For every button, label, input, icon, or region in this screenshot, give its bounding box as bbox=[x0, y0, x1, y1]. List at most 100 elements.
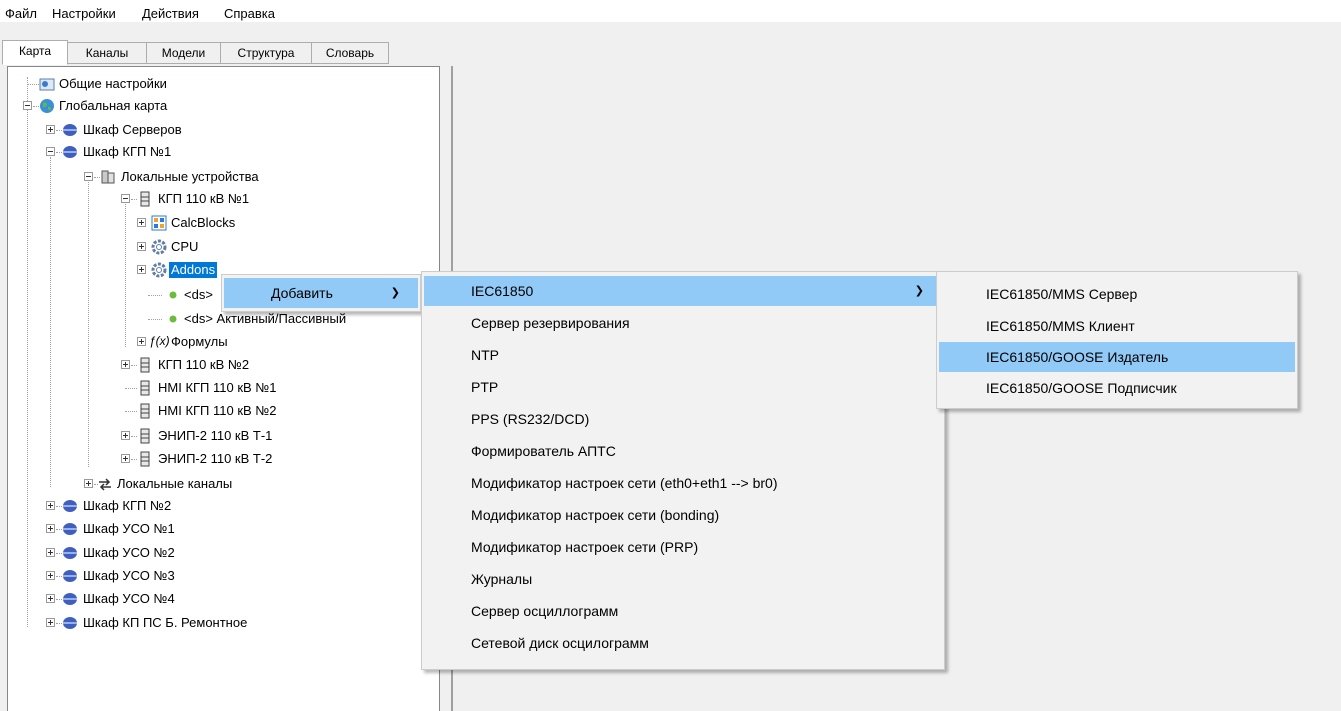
submenu-item-reserve-server[interactable]: Сервер резервирования bbox=[424, 308, 942, 338]
tree-label: HMI КГП 110 кВ №1 bbox=[158, 380, 277, 395]
submenu-item-osc-server[interactable]: Сервер осциллограмм bbox=[424, 596, 942, 626]
device-icon bbox=[140, 191, 150, 207]
tab-models[interactable]: Модели bbox=[146, 42, 221, 64]
menu-item-label: Формирователь АПТС bbox=[471, 443, 616, 459]
tree-panel[interactable]: Общие настройки Глобальная карта Шкаф Се… bbox=[7, 66, 440, 711]
tab-dictionary[interactable]: Словарь bbox=[311, 42, 389, 64]
menu-item-label: Модификатор настроек сети (bonding) bbox=[471, 507, 720, 523]
tree-label: Шкаф Серверов bbox=[83, 122, 182, 137]
expand-icon[interactable] bbox=[46, 501, 55, 510]
tree-label: Шкаф УСО №2 bbox=[83, 545, 175, 560]
menu-item-label: Сервер осциллограмм bbox=[471, 603, 619, 619]
tab-map[interactable]: Карта bbox=[2, 40, 68, 65]
submenu-item-iec61850[interactable]: IEC61850 ❯ bbox=[424, 276, 942, 306]
expand-icon[interactable] bbox=[121, 431, 130, 440]
tree-guide bbox=[125, 388, 137, 389]
tab-channels[interactable]: Каналы bbox=[67, 42, 147, 64]
submenu-item-ntp[interactable]: NTP bbox=[424, 340, 942, 370]
submenu-item-mms-server[interactable]: IEC61850/MMS Сервер bbox=[939, 279, 1295, 309]
tab-structure[interactable]: Структура bbox=[220, 42, 312, 64]
expand-icon[interactable] bbox=[46, 571, 55, 580]
menu-actions[interactable]: Действия bbox=[142, 6, 199, 21]
submenu-item-ptp[interactable]: PTP bbox=[424, 372, 942, 402]
menu-item-label: Сервер резервирования bbox=[471, 315, 630, 331]
tree-guide bbox=[50, 157, 51, 487]
tree-guide bbox=[125, 197, 126, 347]
menu-item-label: Модификатор настроек сети (eth0+eth1 -->… bbox=[471, 475, 778, 491]
collapse-icon[interactable] bbox=[84, 172, 93, 181]
submenu-item-osc-disk[interactable]: Сетевой диск осцилограмм bbox=[424, 628, 942, 658]
menu-item-add[interactable]: Добавить ❯ bbox=[224, 278, 418, 308]
expand-icon[interactable] bbox=[121, 360, 130, 369]
menu-settings[interactable]: Настройки bbox=[52, 6, 116, 21]
collapse-icon[interactable] bbox=[46, 147, 55, 156]
tree-label: Шкаф КГП №2 bbox=[83, 498, 172, 513]
device-icon bbox=[140, 403, 150, 419]
menu-item-label: IEC61850/MMS Клиент bbox=[986, 318, 1135, 334]
expand-icon[interactable] bbox=[46, 618, 55, 627]
cabinet-icon bbox=[63, 617, 77, 629]
globe-icon bbox=[40, 99, 54, 113]
tree-label: Формулы bbox=[171, 334, 228, 349]
gear-icon bbox=[151, 262, 167, 278]
network-icon bbox=[99, 478, 111, 491]
device-icon bbox=[140, 451, 150, 467]
tree-guide bbox=[27, 77, 28, 627]
chevron-right-icon: ❯ bbox=[914, 285, 924, 297]
function-icon: ƒ(x) bbox=[149, 334, 170, 348]
submenu-item-goose-publisher[interactable]: IEC61850/GOOSE Издатель bbox=[939, 342, 1295, 372]
expand-icon[interactable] bbox=[46, 125, 55, 134]
tree-label: CalcBlocks bbox=[171, 215, 236, 230]
tree-label: Локальные устройства bbox=[121, 169, 259, 184]
tree-guide bbox=[148, 319, 162, 320]
menu-help[interactable]: Справка bbox=[224, 6, 275, 21]
submenu-item-net-br0[interactable]: Модификатор настроек сети (eth0+eth1 -->… bbox=[424, 468, 942, 498]
menu-item-label: PPS (RS232/DCD) bbox=[471, 411, 590, 427]
menu-item-label: IEC61850/MMS Сервер bbox=[986, 286, 1138, 302]
settings-window-icon bbox=[39, 78, 55, 91]
tree-label: Шкаф УСО №4 bbox=[83, 591, 175, 606]
submenu-item-apts[interactable]: Формирователь АПТС bbox=[424, 436, 942, 466]
tree-label: ЭНИП-2 110 кВ Т-2 bbox=[158, 451, 273, 466]
expand-icon[interactable] bbox=[46, 524, 55, 533]
expand-icon[interactable] bbox=[137, 337, 146, 346]
cabinet-icon bbox=[63, 124, 77, 136]
tree-label: Локальные каналы bbox=[117, 476, 233, 491]
submenu-item-mms-client[interactable]: IEC61850/MMS Клиент bbox=[939, 311, 1295, 341]
device-icon bbox=[140, 380, 150, 396]
tree-guide bbox=[27, 84, 39, 85]
tree-label: Шкаф КП ПС Б. Ремонтное bbox=[83, 615, 248, 630]
menu-item-label: NTP bbox=[471, 347, 499, 363]
tree-label: Addons bbox=[169, 262, 218, 278]
collapse-icon[interactable] bbox=[121, 194, 130, 203]
submenu-item-pps[interactable]: PPS (RS232/DCD) bbox=[424, 404, 942, 434]
menu-item-label: Сетевой диск осцилограмм bbox=[471, 635, 649, 651]
menu-item-label: Добавить bbox=[271, 285, 333, 301]
menu-item-label: IEC61850/GOOSE Подписчик bbox=[986, 380, 1177, 396]
collapse-icon[interactable] bbox=[23, 101, 32, 110]
expand-icon[interactable] bbox=[137, 242, 146, 251]
expand-icon[interactable] bbox=[121, 454, 130, 463]
expand-icon[interactable] bbox=[137, 265, 146, 274]
calc-blocks-icon bbox=[151, 215, 167, 231]
expand-icon[interactable] bbox=[84, 479, 93, 488]
devices-icon bbox=[101, 170, 115, 184]
expand-icon[interactable] bbox=[137, 218, 146, 227]
iec61850-submenu: IEC61850/MMS Сервер IEC61850/MMS Клиент … bbox=[936, 271, 1298, 409]
tree-label: КГП 110 кВ №2 bbox=[158, 357, 250, 372]
menu-file[interactable]: Файл bbox=[5, 6, 37, 21]
expand-icon[interactable] bbox=[46, 548, 55, 557]
menu-item-label: Модификатор настроек сети (PRP) bbox=[471, 539, 699, 555]
cabinet-icon bbox=[63, 547, 77, 559]
submenu-item-net-prp[interactable]: Модификатор настроек сети (PRP) bbox=[424, 532, 942, 562]
tree-label: <ds> bbox=[184, 287, 213, 302]
menu-item-label: Журналы bbox=[471, 571, 533, 587]
add-submenu: IEC61850 ❯ Сервер резервирования NTP PTP… bbox=[421, 271, 945, 670]
cabinet-icon bbox=[63, 570, 77, 582]
cabinet-icon bbox=[63, 593, 77, 605]
expand-icon[interactable] bbox=[46, 594, 55, 603]
submenu-item-logs[interactable]: Журналы bbox=[424, 564, 942, 594]
submenu-item-net-bonding[interactable]: Модификатор настроек сети (bonding) bbox=[424, 500, 942, 530]
submenu-item-goose-subscriber[interactable]: IEC61850/GOOSE Подписчик bbox=[939, 373, 1295, 403]
tree-label: КГП 110 кВ №1 bbox=[158, 191, 250, 206]
